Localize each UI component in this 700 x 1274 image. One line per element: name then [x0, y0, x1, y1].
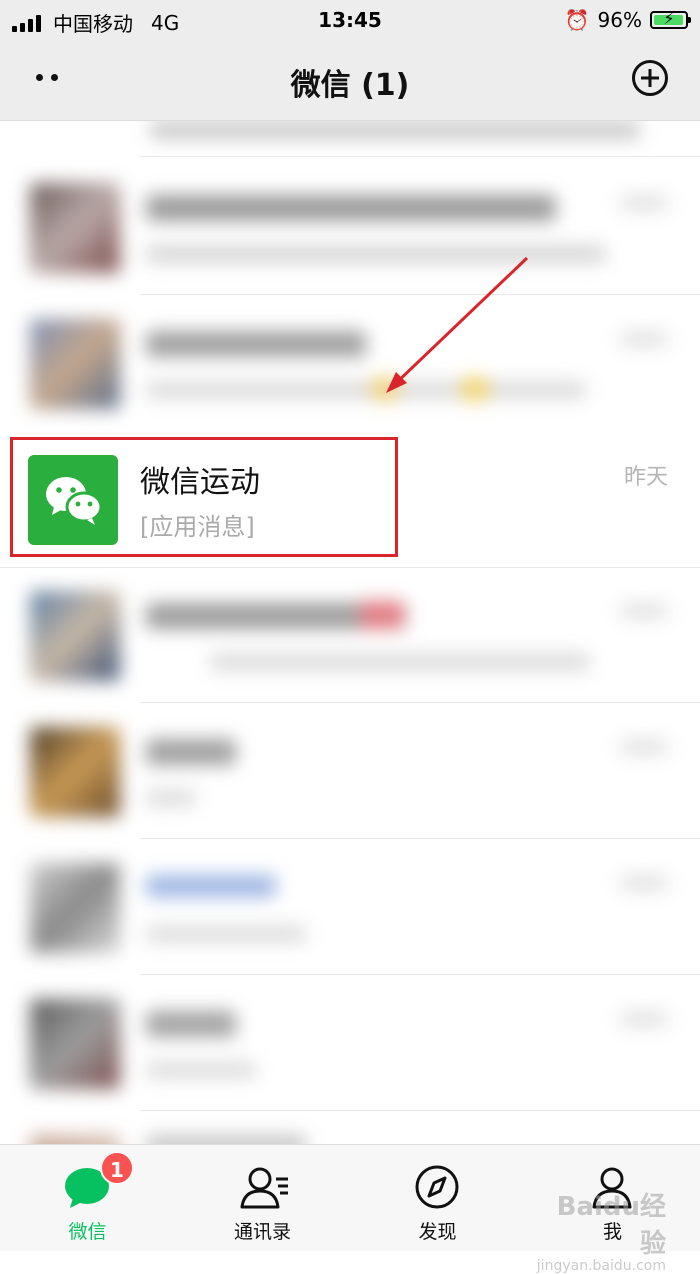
tab-label: 通讯录	[233, 1221, 291, 1243]
nav-bar: 微信 (1)	[0, 40, 700, 121]
list-item[interactable]	[0, 295, 700, 431]
tab-contacts[interactable]: 通讯录	[175, 1145, 350, 1251]
alarm-icon: ⏰	[564, 8, 590, 32]
compass-icon	[415, 1165, 459, 1209]
list-item[interactable]	[0, 567, 700, 703]
tab-me[interactable]: 我	[525, 1145, 700, 1251]
watermark-url: jingyan.baidu.com	[536, 1258, 666, 1274]
tab-discover[interactable]: 发现	[350, 1145, 525, 1251]
tab-bar: 1 微信 通讯录 发现 我	[0, 1144, 700, 1251]
chat-list: 微信运动 [应用消息] 昨天	[0, 121, 700, 1144]
page-title: 微信 (1)	[290, 68, 410, 103]
wechat-app-icon	[28, 455, 118, 545]
person-icon	[592, 1167, 632, 1209]
battery-percent: 96%	[597, 8, 642, 32]
list-item[interactable]	[0, 159, 700, 295]
charging-icon: ⚡	[663, 9, 675, 28]
contacts-icon	[240, 1167, 288, 1209]
list-item[interactable]	[0, 703, 700, 839]
list-item[interactable]	[0, 839, 700, 975]
list-item[interactable]	[0, 975, 700, 1111]
chat-time: 昨天	[623, 465, 668, 490]
battery-icon: ⚡	[650, 9, 691, 29]
chat-preview: [应用消息]	[140, 513, 255, 541]
chat-title: 微信运动	[140, 465, 260, 500]
chat-item-wechat-sport[interactable]: 微信运动 [应用消息] 昨天	[0, 431, 700, 568]
tab-label: 我	[602, 1221, 622, 1243]
tab-label: 微信	[68, 1221, 107, 1243]
list-item[interactable]	[0, 1111, 700, 1144]
tab-chats[interactable]: 1 微信	[0, 1145, 175, 1251]
status-bar: 中国移动 4G 13:45 ⏰ 96% ⚡	[0, 0, 700, 40]
tab-label: 发现	[418, 1221, 457, 1243]
list-item[interactable]	[0, 121, 700, 157]
add-icon[interactable]	[632, 60, 668, 96]
unread-badge: 1	[100, 1151, 134, 1185]
